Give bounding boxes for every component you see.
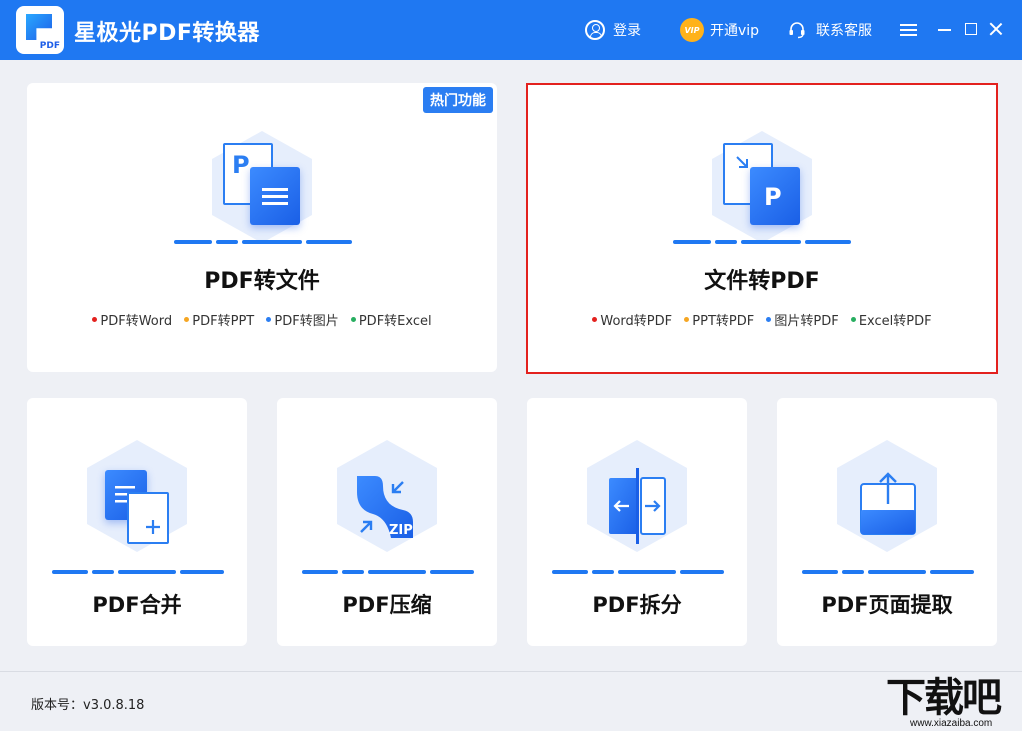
sub-feature-pdf-to-excel[interactable]: PDF转Excel xyxy=(350,310,432,329)
svg-text:ZIP: ZIP xyxy=(389,523,413,538)
sub-feature-pdf-to-word[interactable]: PDF转Word xyxy=(92,310,172,329)
zip-compress-icon: ZIP xyxy=(357,476,413,538)
sub-feature-list: PDF转Word PDF转PPT PDF转图片 PDF转Excel xyxy=(27,310,497,329)
menu-icon[interactable] xyxy=(900,24,917,36)
decorative-bars xyxy=(52,570,224,574)
green-dot-icon xyxy=(350,317,356,322)
pdf-split-card[interactable]: PDF拆分 xyxy=(527,398,747,646)
merge-icon xyxy=(105,470,175,550)
green-dot-icon xyxy=(850,317,856,322)
maximize-button[interactable] xyxy=(962,20,980,38)
pdf-page-extract-card[interactable]: PDF页面提取 xyxy=(777,398,997,646)
watermark-title: 下载吧 xyxy=(886,674,1002,721)
decorative-bars xyxy=(802,570,974,574)
pdf-merge-card[interactable]: PDF合并 xyxy=(27,398,247,646)
sub-feature-list: Word转PDF PPT转PDF 图片转PDF Excel转PDF xyxy=(528,310,996,329)
decorative-bars xyxy=(302,570,474,574)
login-label: 登录 xyxy=(613,23,641,39)
file-to-pdf-card[interactable]: P 文件转PDF Word转PDF PPT转PDF 图片转PDF Excel转P… xyxy=(526,83,998,374)
card-title: PDF转文件 xyxy=(204,269,320,294)
hot-feature-badge: 热门功能 xyxy=(423,87,493,113)
sub-feature-image-to-pdf[interactable]: 图片转PDF xyxy=(766,310,839,329)
red-dot-icon xyxy=(92,317,98,322)
svg-text:P: P xyxy=(232,151,250,179)
decorative-bars xyxy=(552,570,724,574)
split-icon xyxy=(609,468,666,544)
sub-feature-pdf-to-ppt[interactable]: PDF转PPT xyxy=(184,310,254,329)
decorative-bars xyxy=(673,240,851,244)
vip-icon: VIP xyxy=(680,18,704,42)
card-title: PDF合并 xyxy=(92,593,182,617)
file-to-pdf-icon: P xyxy=(723,143,803,233)
card-title: PDF页面提取 xyxy=(821,593,953,617)
blue-dot-icon xyxy=(766,317,772,322)
card-title: PDF拆分 xyxy=(592,593,682,617)
app-title: 星极光PDF转换器 xyxy=(74,21,260,46)
sub-feature-excel-to-pdf[interactable]: Excel转PDF xyxy=(850,310,932,329)
app-logo-icon: PDF xyxy=(16,6,64,54)
card-title: PDF压缩 xyxy=(342,593,432,617)
watermark-logo: 下载吧 www.xiazaiba.com xyxy=(886,676,1020,730)
sub-feature-ppt-to-pdf[interactable]: PPT转PDF xyxy=(684,310,754,329)
vip-label: 开通vip xyxy=(710,23,760,39)
support-label: 联系客服 xyxy=(816,23,872,39)
user-icon xyxy=(585,20,605,40)
footer-bar: 版本号：v3.0.8.18 xyxy=(0,671,1022,731)
orange-dot-icon xyxy=(684,317,690,322)
title-bar: PDF 星极光PDF转换器 登录 VIP 开通vip 联系客服 xyxy=(0,0,1022,60)
version-label: 版本号：v3.0.8.18 xyxy=(31,698,145,713)
support-button[interactable]: 联系客服 xyxy=(788,18,872,42)
red-dot-icon xyxy=(592,317,598,322)
card-title: 文件转PDF xyxy=(704,269,820,294)
sub-feature-word-to-pdf[interactable]: Word转PDF xyxy=(592,310,672,329)
vip-button[interactable]: VIP 开通vip xyxy=(680,18,759,42)
sub-feature-pdf-to-image[interactable]: PDF转图片 xyxy=(266,310,339,329)
pdf-to-file-card[interactable]: 热门功能 P PDF转文件 PDF转Word PDF转PPT PDF转图片 PD… xyxy=(27,83,497,372)
watermark-url: www.xiazaiba.com xyxy=(910,718,993,729)
orange-dot-icon xyxy=(184,317,190,322)
blue-dot-icon xyxy=(266,317,272,322)
close-button[interactable] xyxy=(987,20,1005,38)
logo-text: PDF xyxy=(39,41,60,51)
svg-text:P: P xyxy=(764,183,782,211)
minimize-button[interactable] xyxy=(936,20,954,38)
decorative-bars xyxy=(174,240,352,244)
login-button[interactable]: 登录 xyxy=(585,18,641,42)
headset-icon xyxy=(789,22,805,39)
pdf-compress-card[interactable]: ZIP PDF压缩 xyxy=(277,398,497,646)
upload-extract-icon xyxy=(860,472,916,535)
pdf-to-file-icon: P xyxy=(223,143,303,233)
